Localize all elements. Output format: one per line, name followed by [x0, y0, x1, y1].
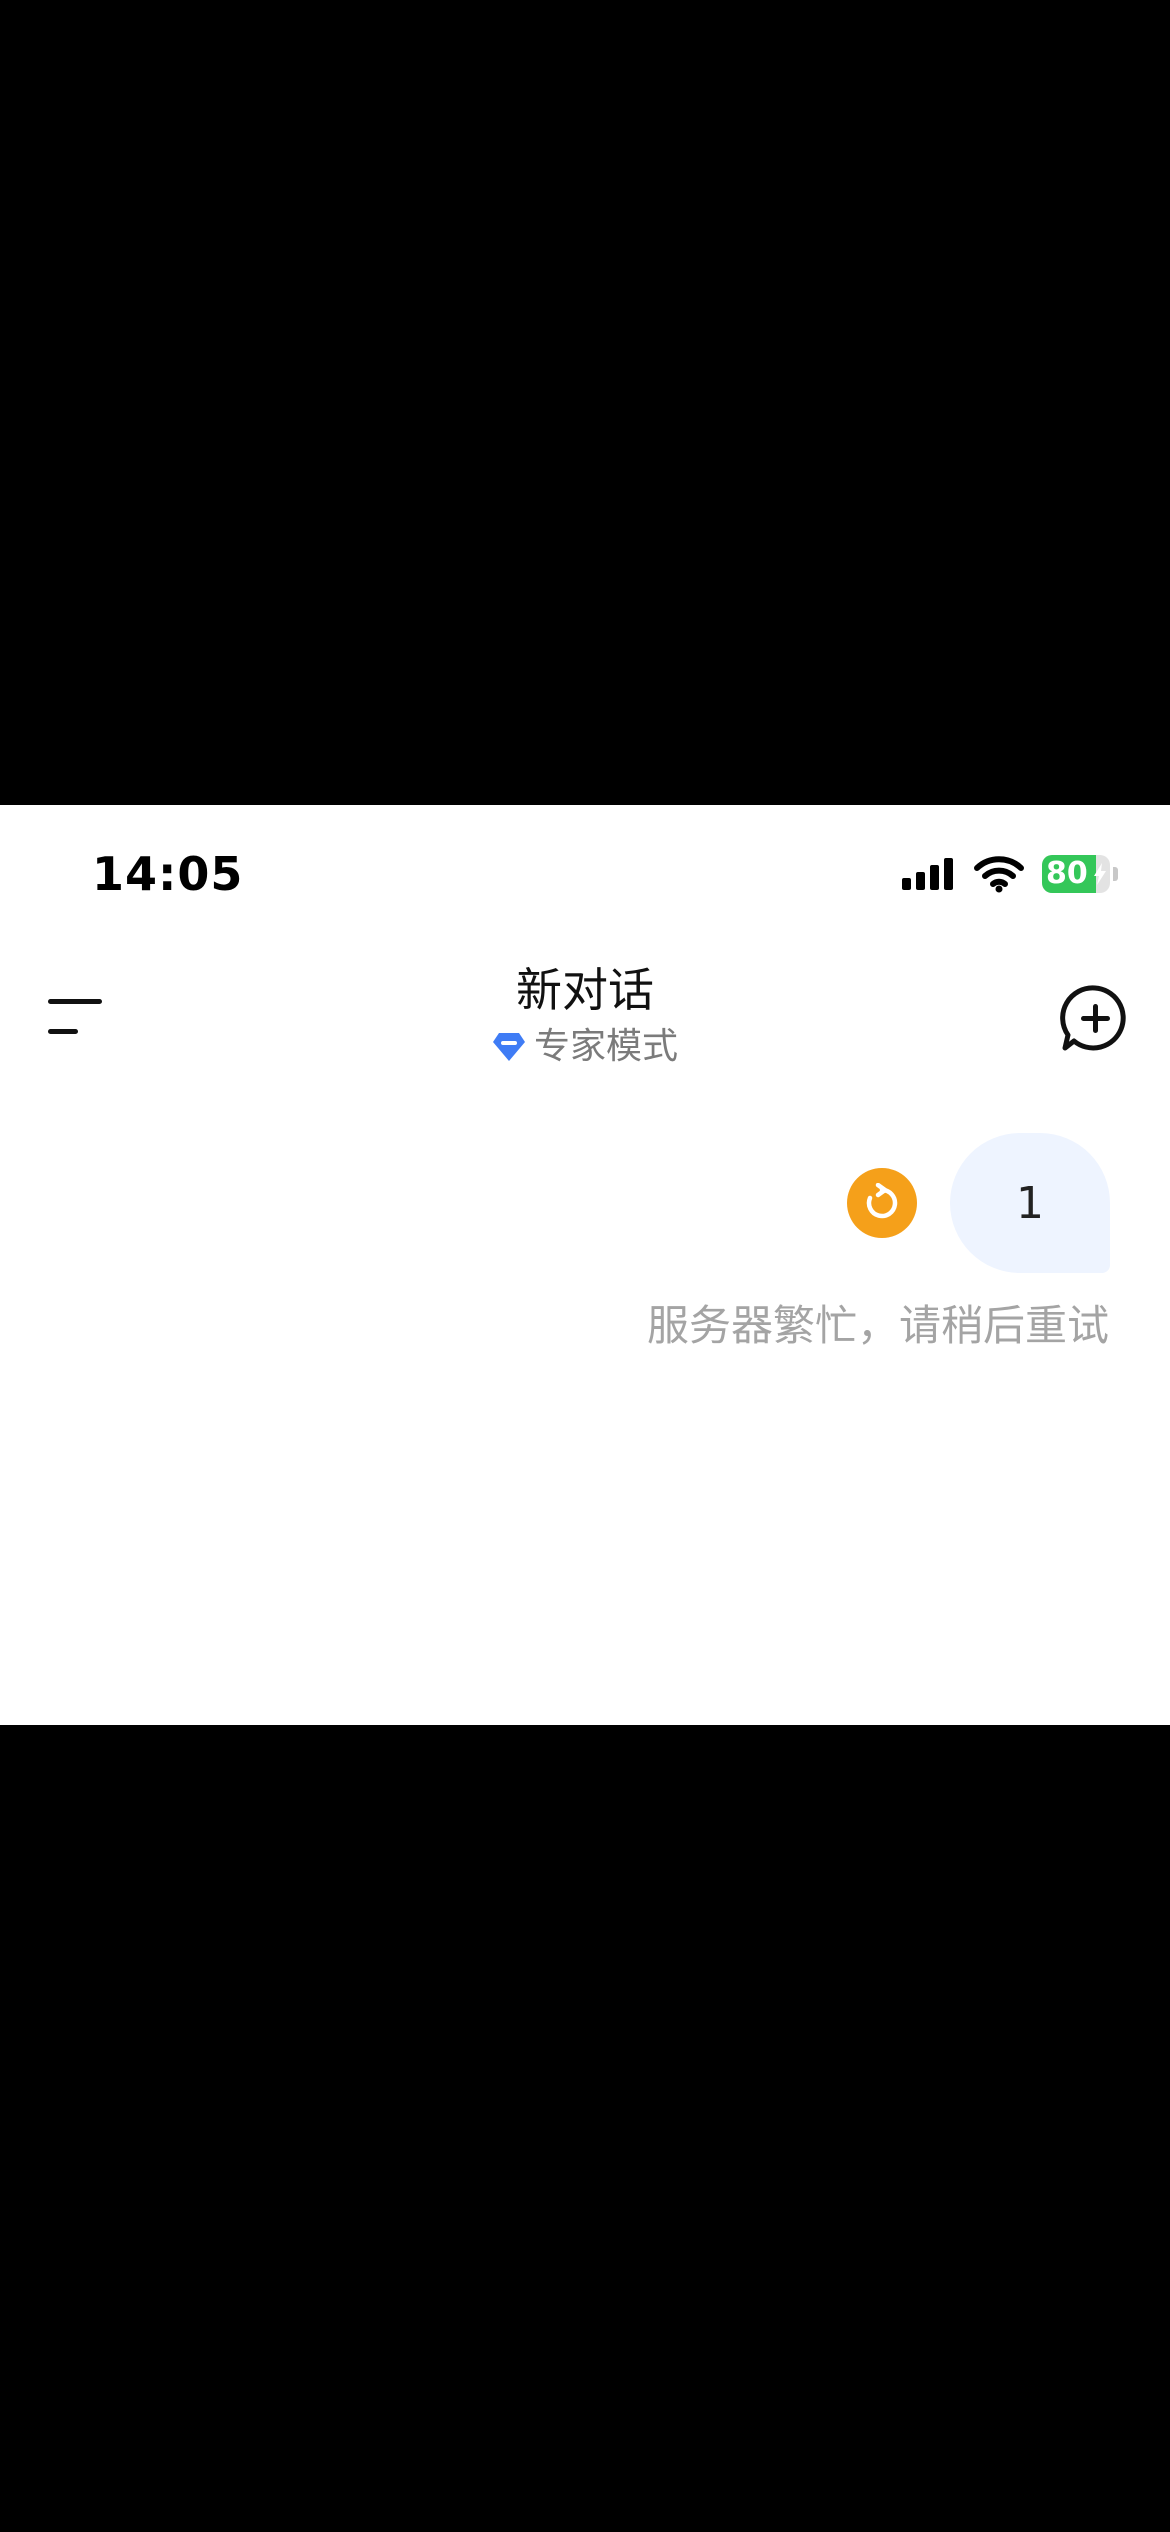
retry-button[interactable]	[847, 1168, 917, 1238]
error-message: 服务器繁忙，请稍后重试	[646, 1301, 1109, 1350]
wifi-icon	[974, 856, 1024, 893]
cellular-signal-icon	[902, 858, 953, 890]
mode-label: 专家模式	[533, 1026, 678, 1067]
user-message-bubble[interactable]: 1	[950, 1133, 1110, 1273]
app-screen: 14:05 80 新对话 专家模式 1 服务器繁忙，请稍后重试	[0, 805, 1170, 1725]
user-message-text: 1	[1016, 1177, 1044, 1229]
battery-cap	[1113, 867, 1118, 881]
retry-icon	[866, 1183, 898, 1219]
status-time: 14:05	[92, 847, 244, 901]
new-chat-button[interactable]	[1060, 983, 1130, 1053]
header-center: 新对话 专家模式	[0, 960, 1170, 1070]
new-chat-plus-icon	[1060, 985, 1126, 1051]
charging-bolt-icon	[1094, 863, 1106, 885]
diamond-icon	[492, 1033, 525, 1061]
page-title: 新对话	[516, 963, 654, 1017]
battery-level: 80	[1046, 856, 1088, 891]
mode-selector[interactable]: 专家模式	[492, 1024, 678, 1070]
status-icons: 80	[902, 853, 1118, 895]
battery-icon: 80	[1042, 855, 1110, 893]
